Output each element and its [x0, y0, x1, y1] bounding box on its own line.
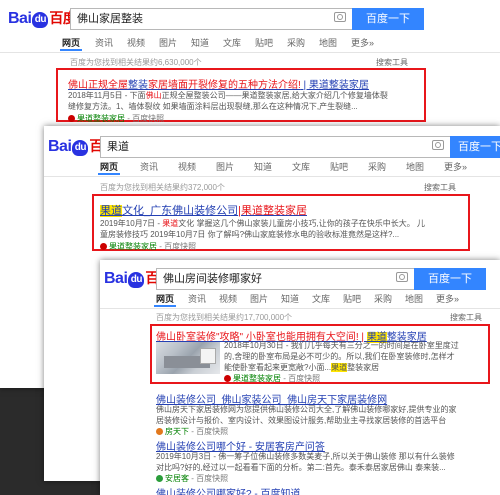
result-desc-line-1: 2018年10月30日 - 我们几乎每天有三分之一的时间是在卧室里度过	[224, 341, 459, 350]
logo-text: Bai	[48, 138, 72, 155]
tab-map[interactable]: 地图	[319, 36, 337, 49]
snapshot-link: - 百度快照	[189, 474, 229, 483]
logo-text: Bai	[104, 270, 128, 287]
search-tools[interactable]: 搜索工具	[450, 312, 482, 323]
tab-tieba[interactable]: 贴吧	[330, 160, 348, 173]
result-source-2[interactable]: 房天下 - 百度快照	[156, 426, 228, 437]
snapshot-link: - 百度快照	[157, 242, 197, 251]
tab-news[interactable]: 资讯	[188, 292, 206, 305]
tab-web[interactable]: 网页	[97, 160, 121, 175]
tab-purchase[interactable]: 采购	[374, 292, 392, 305]
divider	[0, 52, 500, 53]
tab-more[interactable]: 更多»	[351, 36, 374, 49]
search-query: 果道	[107, 141, 129, 153]
search-window-3: Baidu百度 佛山房间装修哪家好 百度一下 网页 资讯 视频 图片 知道 文库…	[100, 260, 500, 495]
camera-icon[interactable]	[334, 12, 346, 22]
tab-more[interactable]: 更多»	[436, 292, 459, 305]
tab-zhidao[interactable]: 知道	[254, 160, 272, 173]
camera-icon[interactable]	[432, 140, 444, 150]
result-count: 百度为您找到相关结果约372,000个	[100, 183, 225, 192]
baidu-source-icon	[224, 375, 231, 382]
search-tools[interactable]: 搜索工具	[424, 182, 456, 193]
tab-news[interactable]: 资讯	[95, 36, 113, 49]
result-desc-line-2: 对比吗?好的,经过以一起看看下面的分析。第二:首先。泰禾泰居家居佛山 泰来装..…	[156, 463, 446, 472]
result-desc-line-1: 2019年10月3日 - 佛一筹子位佛山装修多数美麦子,所以关于佛山装修 那以有…	[156, 452, 455, 461]
snapshot-link: - 百度快照	[189, 427, 229, 436]
result-count: 百度为您找到相关结果约6,630,000个	[70, 58, 202, 67]
fang-source-icon	[156, 428, 163, 435]
result-source[interactable]: 果道整装家居 - 百度快照	[68, 113, 164, 124]
result-title-4[interactable]: 佛山装修公司哪家好? - 百度知道	[156, 485, 300, 495]
search-query: 佛山家居整装	[77, 13, 143, 25]
result-source[interactable]: 果道整装家居 - 百度快照	[224, 373, 320, 384]
tab-zhidao[interactable]: 知道	[191, 36, 209, 49]
tab-images[interactable]: 图片	[216, 160, 234, 173]
tab-images[interactable]: 图片	[250, 292, 268, 305]
header: Baidu百度 佛山房间装修哪家好 百度一下	[100, 260, 500, 292]
logo-text: Bai	[8, 10, 32, 27]
tab-images[interactable]: 图片	[159, 36, 177, 49]
tab-zhidao[interactable]: 知道	[281, 292, 299, 305]
paw-icon: du	[128, 272, 145, 288]
result-title[interactable]: 佛山正规全屋整装家居墙面开裂修复的五种方法介绍! | 果道整装家居	[68, 76, 369, 91]
snapshot-link: - 百度快照	[281, 374, 321, 383]
result-source-3[interactable]: 安居客 - 百度快照	[156, 473, 228, 484]
header: Bai du 百度 佛山家居整装 百度一下	[0, 0, 500, 32]
search-button[interactable]: 百度一下	[352, 8, 424, 30]
tab-news[interactable]: 资讯	[140, 160, 158, 173]
result-desc-line-2: 居装修设计与报价、室内设计、效果图设计服务,帮助业主寻找家居装修的首选平台	[156, 416, 447, 425]
snapshot-link: - 百度快照	[125, 114, 165, 123]
tab-video[interactable]: 视频	[127, 36, 145, 49]
search-input[interactable]: 果道	[100, 136, 450, 158]
tab-purchase[interactable]: 采购	[287, 36, 305, 49]
tab-wenku[interactable]: 文库	[312, 292, 330, 305]
tab-video[interactable]: 视频	[219, 292, 237, 305]
result-count: 百度为您找到相关结果约17,700,000个	[156, 313, 293, 322]
result-desc-line-2: 童房装修技巧 2019年10月7日 你了解吗?佛山家庭装修水电的验收标准竟然是这…	[100, 230, 400, 239]
tab-video[interactable]: 视频	[178, 160, 196, 173]
tab-wenku[interactable]: 文库	[292, 160, 310, 173]
baidu-source-icon	[100, 243, 107, 250]
camera-icon[interactable]	[396, 272, 408, 282]
search-input[interactable]: 佛山房间装修哪家好	[156, 268, 414, 290]
search-query: 佛山房间装修哪家好	[163, 273, 262, 285]
divider	[44, 176, 500, 177]
result-desc-line-2: 的,舍理的卧室布局是必不可少的。所以,我们在卧室装修时,怎样才	[224, 352, 455, 361]
baidu-source-icon	[68, 115, 75, 122]
result-thumbnail[interactable]	[156, 342, 220, 374]
result-source[interactable]: 果道整装家居 - 百度快照	[100, 241, 196, 252]
search-button[interactable]: 百度一下	[414, 268, 486, 290]
result-desc-line-3: 能使卧室看起来更宽敞?小面...果道整装家居	[224, 363, 380, 372]
tab-map[interactable]: 地图	[406, 160, 424, 173]
result-desc-line-2: 缝修复方法。1、墙体裂纹 如果墙面涂料层出现裂缝,那么在这种情况下,产生裂缝..…	[68, 102, 358, 111]
search-button[interactable]: 百度一下	[450, 136, 500, 158]
result-title[interactable]: 果道文化_广东佛山装修公司|果道整装家居	[100, 202, 307, 218]
baidu-logo[interactable]: Baidu百度	[8, 8, 77, 28]
tab-tieba[interactable]: 贴吧	[255, 36, 273, 49]
tab-more[interactable]: 更多»	[444, 160, 467, 173]
tab-tieba[interactable]: 贴吧	[343, 292, 361, 305]
search-input[interactable]: 佛山家居整装	[70, 8, 352, 30]
result-desc-line-1: 佛山房天下家居装修网为您提供佛山装修公司大全,了解佛山装修哪家好,提供专业的家	[156, 405, 457, 414]
tab-wenku[interactable]: 文库	[223, 36, 241, 49]
tab-web[interactable]: 网页	[153, 292, 177, 307]
tab-map[interactable]: 地图	[405, 292, 423, 305]
paw-icon: du	[72, 140, 89, 156]
header: Baidu百度 果道 百度一下	[44, 128, 500, 160]
divider	[100, 308, 500, 309]
paw-icon: du	[32, 12, 49, 28]
tab-web[interactable]: 网页	[59, 36, 83, 51]
anjuke-source-icon	[156, 475, 163, 482]
tab-purchase[interactable]: 采购	[368, 160, 386, 173]
search-tools[interactable]: 搜索工具	[376, 57, 408, 68]
